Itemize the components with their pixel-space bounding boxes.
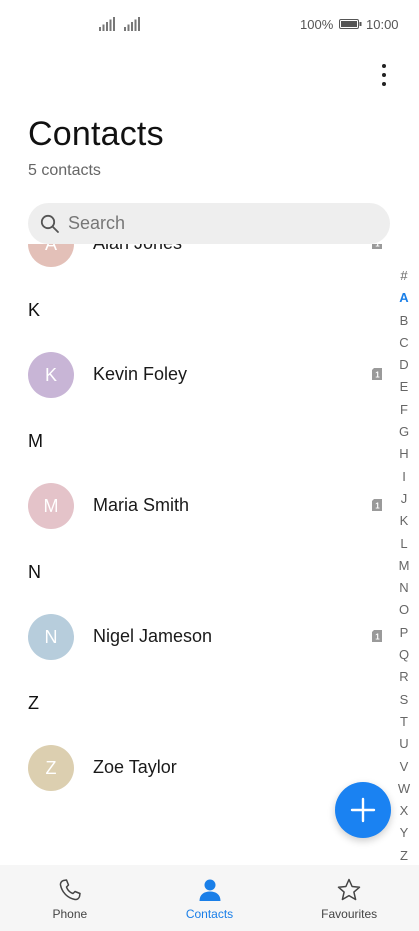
- section-letter: K: [28, 300, 41, 320]
- index-letter[interactable]: J: [393, 488, 415, 510]
- index-letter[interactable]: C: [393, 332, 415, 354]
- avatar: Z: [28, 745, 74, 791]
- index-letter[interactable]: V: [393, 756, 415, 778]
- person-icon: [199, 879, 220, 901]
- nav-label-phone: Phone: [52, 907, 88, 921]
- contact-name: Maria Smith: [93, 495, 190, 515]
- sim-card-icon: 1: [372, 630, 382, 642]
- index-letter[interactable]: R: [393, 666, 415, 688]
- index-letter[interactable]: #: [393, 265, 415, 287]
- search-bar[interactable]: [28, 203, 390, 244]
- index-letter[interactable]: U: [393, 733, 415, 755]
- alphabet-index-bar[interactable]: # A B C D E F G H I J K L M N O P Q R S T U V W X Y Z: [393, 265, 415, 867]
- nav-label-contacts: Contacts: [185, 907, 234, 921]
- battery-icon: [339, 19, 362, 29]
- search-input[interactable]: [68, 203, 368, 244]
- section-letter: M: [28, 431, 43, 451]
- page-title: Contacts: [28, 115, 164, 153]
- index-letter[interactable]: A: [393, 287, 415, 309]
- contact-name: Kevin Foley: [93, 364, 188, 384]
- index-letter[interactable]: Y: [393, 822, 415, 844]
- index-letter[interactable]: M: [393, 555, 415, 577]
- index-letter[interactable]: F: [393, 399, 415, 421]
- sim-card-icon: 1: [372, 368, 382, 380]
- nav-tab-phone[interactable]: Phone: [0, 865, 140, 931]
- index-letter[interactable]: P: [393, 622, 415, 644]
- status-bar: 100% 10:00: [0, 0, 419, 50]
- contact-row-kevin-foley[interactable]: K Kevin Foley 1: [0, 331, 390, 419]
- nav-tab-contacts[interactable]: Contacts: [140, 865, 280, 931]
- section-header: N: [0, 550, 390, 593]
- index-letter[interactable]: T: [393, 711, 415, 733]
- contact-name: Alan Jones: [93, 244, 182, 254]
- sim-card-icon: 1: [372, 499, 382, 511]
- index-letter[interactable]: B: [393, 310, 415, 332]
- avatar: A: [28, 244, 74, 267]
- more-options-button[interactable]: [372, 62, 396, 88]
- add-contact-button[interactable]: [335, 782, 391, 838]
- svg-text:1: 1: [375, 633, 380, 642]
- more-vert-icon-dot: [382, 73, 386, 77]
- index-letter[interactable]: E: [393, 376, 415, 398]
- status-time: 10:00: [366, 17, 399, 32]
- contacts-count: 5 contacts: [28, 162, 101, 179]
- section-letter: N: [28, 562, 41, 582]
- index-letter[interactable]: I: [393, 466, 415, 488]
- index-letter[interactable]: D: [393, 354, 415, 376]
- plus-icon: [350, 797, 376, 823]
- section-letter: Z: [28, 693, 39, 713]
- section-header: Z: [0, 681, 390, 724]
- index-letter[interactable]: S: [393, 689, 415, 711]
- section-header: K: [0, 288, 390, 331]
- contact-name: Zoe Taylor: [93, 757, 177, 777]
- svg-text:1: 1: [375, 502, 380, 511]
- contact-row-nigel-jameson[interactable]: N Nigel Jameson 1: [0, 593, 390, 681]
- index-letter[interactable]: Q: [393, 644, 415, 666]
- avatar: M: [28, 483, 74, 529]
- index-letter[interactable]: Z: [393, 845, 415, 867]
- nav-tab-favourites[interactable]: Favourites: [279, 865, 419, 931]
- index-letter[interactable]: L: [393, 533, 415, 555]
- svg-text:1: 1: [375, 371, 380, 380]
- index-letter[interactable]: X: [393, 800, 415, 822]
- contact-name: Nigel Jameson: [93, 626, 213, 646]
- contact-row-zoe-taylor[interactable]: Z Zoe Taylor: [0, 724, 390, 812]
- index-letter[interactable]: G: [393, 421, 415, 443]
- index-letter[interactable]: N: [393, 577, 415, 599]
- bottom-navigation: Phone Contacts Favourites: [0, 865, 419, 931]
- phone-icon: [59, 879, 81, 901]
- index-letter[interactable]: K: [393, 510, 415, 532]
- more-vert-icon-dot: [382, 82, 386, 86]
- sim-card-icon: 1: [372, 244, 382, 249]
- index-letter[interactable]: O: [393, 599, 415, 621]
- contacts-screen: 100% 10:00 Contacts 5 contacts A Alan Jo…: [0, 0, 419, 931]
- contact-list[interactable]: A Alan Jones 1 K K Kevin Foley 1 M: [0, 244, 390, 864]
- search-icon: [40, 214, 59, 233]
- avatar: N: [28, 614, 74, 660]
- index-letter[interactable]: H: [393, 443, 415, 465]
- index-letter[interactable]: W: [393, 778, 415, 800]
- signal-icon: [99, 17, 115, 31]
- star-icon: [337, 878, 361, 901]
- avatar: K: [28, 352, 74, 398]
- more-vert-icon: [382, 64, 386, 68]
- nav-label-favourites: Favourites: [321, 907, 378, 921]
- section-header: M: [0, 419, 390, 462]
- contact-row-alan-jones[interactable]: A Alan Jones 1: [0, 244, 390, 288]
- battery-percentage: 100%: [300, 17, 334, 32]
- svg-text:1: 1: [375, 244, 380, 249]
- contact-row-maria-smith[interactable]: M Maria Smith 1: [0, 462, 390, 550]
- signal-icon: [124, 17, 140, 31]
